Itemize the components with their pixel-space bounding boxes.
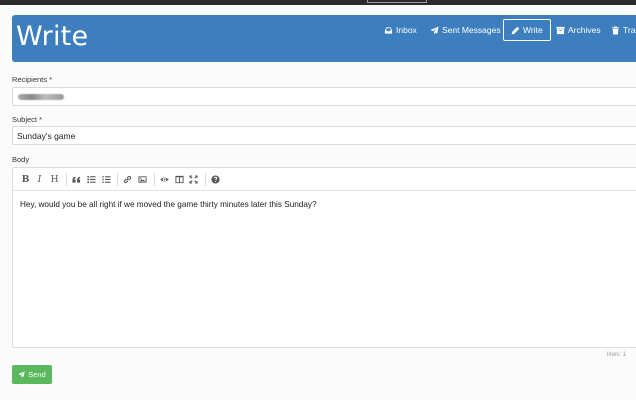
- subject-label: Subject *: [12, 115, 43, 124]
- page-title: Write: [16, 21, 89, 52]
- fullscreen-icon[interactable]: [188, 174, 199, 185]
- heading-icon[interactable]: H: [49, 174, 60, 185]
- editor-toolbar: B I H: [13, 168, 636, 191]
- redacted-recipient: [18, 94, 64, 100]
- unordered-list-icon[interactable]: [86, 174, 97, 185]
- toolbar-divider: [154, 173, 155, 186]
- nav-archives-label: Archives: [568, 25, 601, 35]
- subject-field[interactable]: Sunday's game: [12, 126, 636, 145]
- nav-sent-messages[interactable]: Sent Messages: [430, 19, 501, 41]
- nav-write-label: Write: [523, 25, 543, 35]
- send-button[interactable]: Send: [12, 365, 52, 384]
- pencil-icon: [511, 26, 520, 34]
- browser-tab[interactable]: [367, 0, 427, 3]
- browser-top-bar: [0, 0, 636, 5]
- page-header: Write Inbox Sent Messages Write Archives…: [12, 15, 636, 62]
- nav-sent-label: Sent Messages: [442, 25, 501, 35]
- ordered-list-icon[interactable]: [101, 174, 112, 185]
- paper-plane-icon: [18, 371, 25, 378]
- body-text: Hey, would you be all right if we moved …: [20, 200, 317, 209]
- toolbar-divider: [66, 173, 67, 186]
- nav-trash-label: Trash: [623, 25, 636, 35]
- editor-statusbar: lines: 1: [607, 352, 627, 358]
- quote-icon[interactable]: [71, 174, 82, 185]
- nav-inbox-label: Inbox: [396, 25, 417, 35]
- send-label: Send: [28, 370, 46, 379]
- nav-write[interactable]: Write: [503, 19, 551, 41]
- inbox-icon: [384, 26, 393, 34]
- italic-icon[interactable]: I: [34, 174, 45, 185]
- nav-archives[interactable]: Archives: [556, 19, 601, 41]
- paper-plane-icon: [430, 25, 439, 35]
- nav-inbox[interactable]: Inbox: [384, 19, 417, 41]
- toolbar-divider: [117, 173, 118, 186]
- preview-eye-icon[interactable]: [159, 174, 170, 185]
- body-label: Body: [12, 155, 30, 164]
- image-icon[interactable]: [137, 174, 148, 185]
- trash-icon: [611, 25, 620, 35]
- nav-trash[interactable]: Trash: [611, 19, 636, 41]
- bold-icon[interactable]: B: [20, 174, 31, 185]
- recipients-field[interactable]: [12, 87, 636, 106]
- body-editor[interactable]: B I H Hey, would you be all right if we …: [12, 167, 636, 348]
- side-by-side-icon[interactable]: [174, 174, 185, 185]
- help-icon[interactable]: [210, 174, 221, 185]
- recipients-label: Recipients *: [12, 75, 53, 84]
- archive-icon: [556, 26, 565, 34]
- link-icon[interactable]: [122, 174, 133, 185]
- toolbar-divider: [205, 173, 206, 186]
